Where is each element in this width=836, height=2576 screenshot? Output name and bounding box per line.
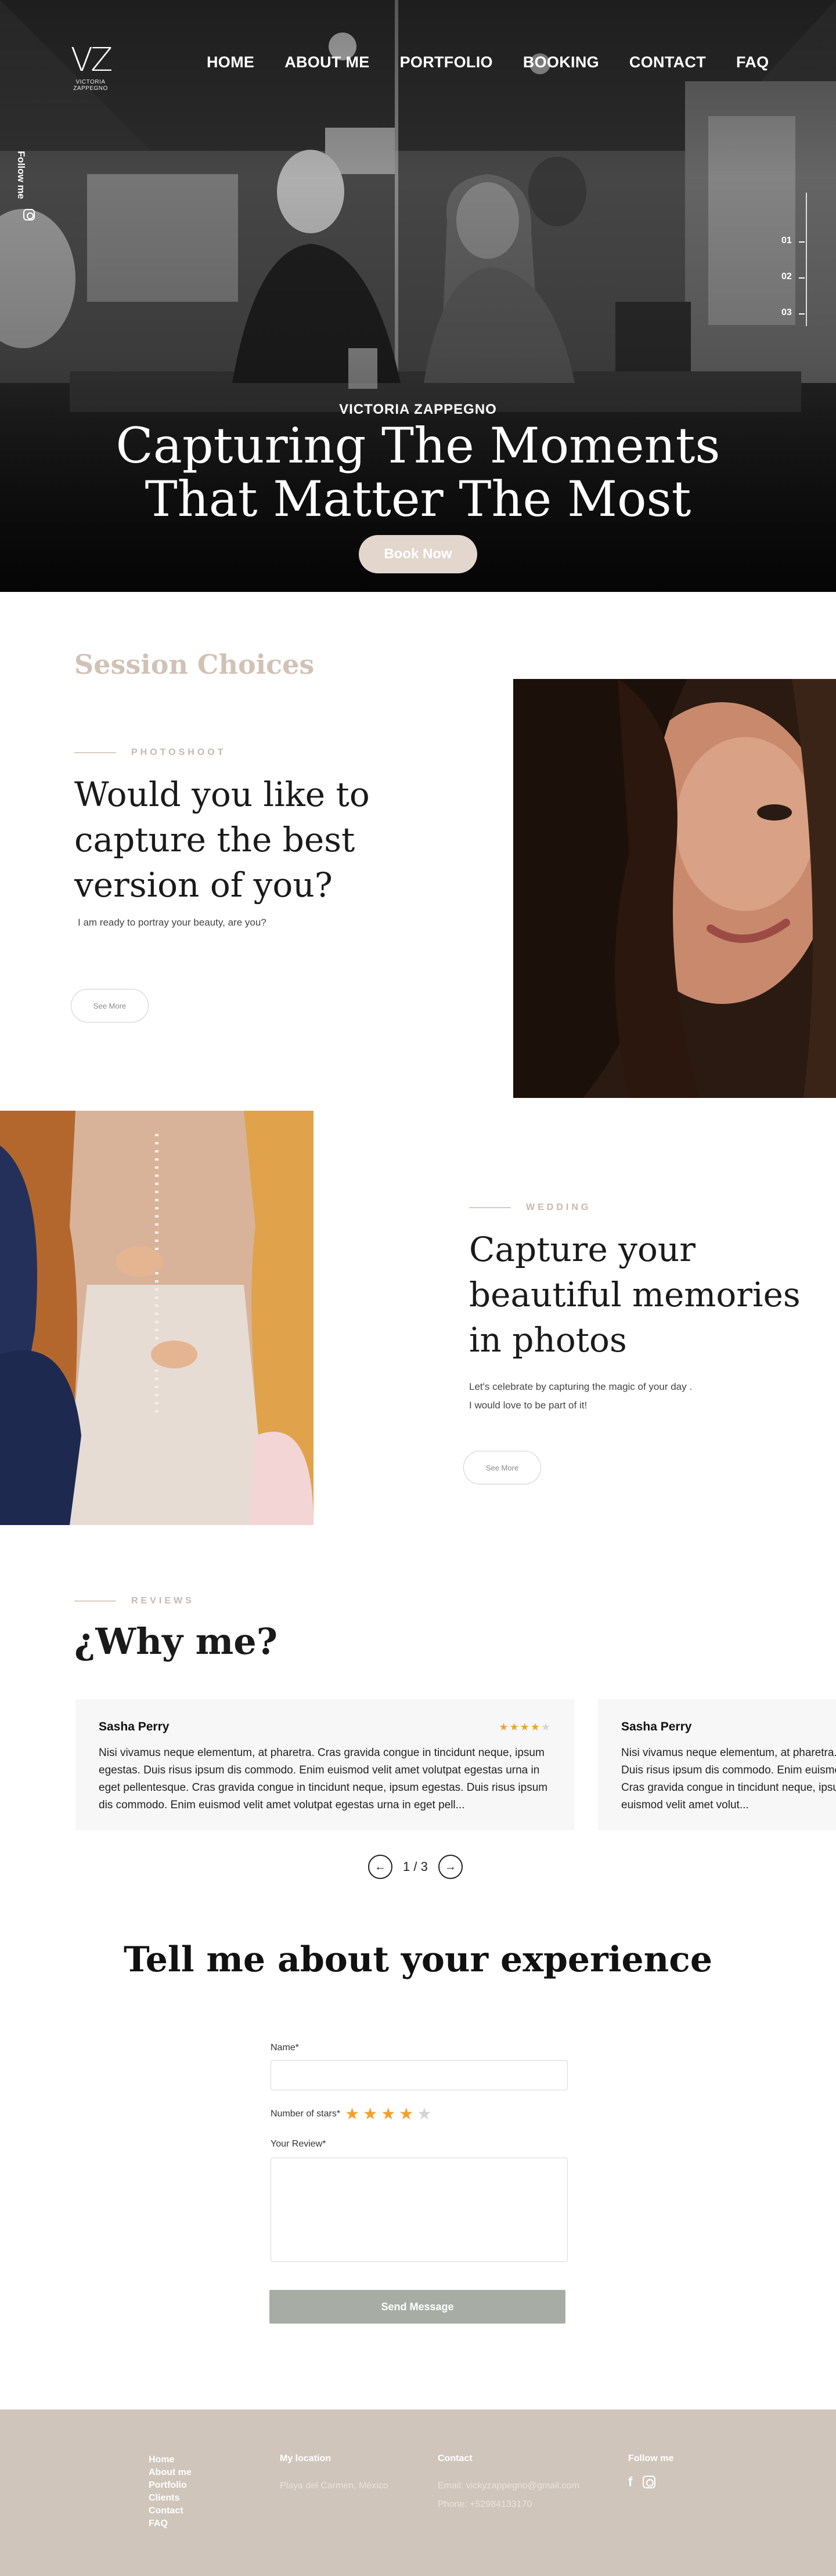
instagram-icon[interactable]	[643, 2476, 656, 2488]
slide-number-2[interactable]: 02	[781, 272, 792, 282]
footer-location-text: Playa del Carmen, México	[280, 2481, 388, 2491]
pager-count: 1 / 3	[403, 1859, 428, 1874]
slide-indicator: 01 02 03	[776, 193, 810, 326]
kicker-rule	[469, 1207, 511, 1208]
wedding-text-line-1: Let's celebrate by capturing the magic o…	[469, 1381, 693, 1392]
slide-tick-1	[799, 241, 805, 243]
footer-phone[interactable]: Phone: +52984133170	[438, 2495, 579, 2514]
footer-follow-heading: Follow me	[628, 2454, 674, 2463]
kicker-rule	[74, 1600, 116, 1602]
wedding-heading-line-2: beautiful memories	[469, 1275, 801, 1314]
follow-me-label: Follow me	[16, 151, 27, 200]
photoshoot-heading: Would you like to capture the best versi…	[74, 772, 370, 908]
send-message-button[interactable]: Send Message	[269, 2290, 565, 2324]
arrow-left-icon[interactable]: ←	[368, 1855, 392, 1879]
footer-link-home[interactable]: Home	[149, 2454, 192, 2466]
photoshoot-heading-line-2: capture the best	[74, 820, 355, 859]
review-textarea[interactable]	[271, 2158, 568, 2262]
reviewer-name: Sasha Perry	[99, 1720, 170, 1733]
wedding-kicker: WEDDING	[469, 1202, 591, 1213]
review-text: Nisi vivamus neque elementum, at pharetr…	[621, 1747, 836, 1811]
photoshoot-kicker: PHOTOSHOOT	[74, 747, 226, 758]
follow-me-sidebar: Follow me	[16, 151, 46, 226]
photoshoot-heading-line-3: version of you?	[74, 865, 333, 905]
footer-location: My location Playa del Carmen, México	[280, 2454, 388, 2495]
hero-title-line-2: That Matter The Most	[145, 471, 691, 528]
photoshoot-heading-line-1: Would you like to	[74, 775, 370, 814]
wedding-text: Let's celebrate by capturing the magic o…	[469, 1378, 692, 1415]
name-label: Name*	[271, 2043, 299, 2053]
footer-link-portfolio[interactable]: Portfolio	[149, 2479, 192, 2492]
nav-faq[interactable]: FAQ	[736, 53, 769, 71]
wedding-heading-line-1: Capture your	[469, 1230, 696, 1269]
nav-booking[interactable]: BOOKING	[523, 53, 599, 71]
footer-follow: Follow me f	[628, 2454, 673, 2490]
logo-mark: VZ	[70, 41, 113, 79]
wedding-text-line-2: I would love to be part of it!	[469, 1400, 588, 1411]
reviews-kicker-label: REVIEWS	[131, 1596, 194, 1606]
photoshoot-kicker-label: PHOTOSHOOT	[131, 747, 226, 757]
site-footer: Home About me Portfolio Clients Contact …	[0, 2409, 836, 2576]
review-card: Sasha Perry ★★★★★ Nisi vivamus neque ele…	[75, 1699, 575, 1830]
site-logo[interactable]: VZ VICTORIA ZAPPEGNO	[63, 43, 118, 92]
nav-about-me[interactable]: ABOUT ME	[284, 53, 369, 71]
slide-tick-2	[799, 277, 805, 279]
review-pager: ← 1 / 3 →	[368, 1855, 463, 1879]
photoshoot-text: I am ready to portray your beauty, are y…	[78, 917, 266, 928]
footer-link-about-me[interactable]: About me	[149, 2466, 192, 2479]
slide-number-3[interactable]: 03	[781, 308, 792, 318]
wedding-image	[0, 1111, 314, 1525]
slide-number-1[interactable]: 01	[781, 236, 792, 246]
footer-link-contact[interactable]: Contact	[149, 2505, 192, 2517]
wedding-heading: Capture your beautiful memories in photo…	[469, 1227, 801, 1363]
wedding-heading-line-3: in photos	[469, 1320, 627, 1360]
stars-label: Number of stars*	[271, 2109, 341, 2119]
logo-subtitle: VICTORIA ZAPPEGNO	[73, 79, 108, 92]
portrait-photo	[513, 679, 836, 1098]
photoshoot-see-more-button[interactable]: See More	[71, 989, 149, 1023]
footer-link-faq[interactable]: FAQ	[149, 2517, 192, 2530]
session-choices-title: Session Choices	[74, 649, 315, 680]
star-rating-input[interactable]: ★★★★★	[345, 2104, 435, 2123]
wedding-see-more-button[interactable]: See More	[463, 1451, 541, 1484]
main-nav: HOME ABOUT ME PORTFOLIO BOOKING CONTACT …	[207, 53, 769, 71]
nav-portfolio[interactable]: PORTFOLIO	[400, 53, 493, 71]
hero-title: Capturing The Moments That Matter The Mo…	[0, 419, 836, 526]
portrait-image	[513, 679, 836, 1098]
hero-title-line-1: Capturing The Moments	[116, 417, 720, 474]
hero-section: VZ VICTORIA ZAPPEGNO HOME ABOUT ME PORTF…	[0, 0, 836, 592]
review-stars: ★★★★★	[499, 1721, 552, 1733]
footer-contact: Contact Email: vickyzappegno@gmail.com P…	[438, 2454, 579, 2514]
footer-location-heading: My location	[280, 2454, 331, 2463]
reviewer-name: Sasha Perry	[621, 1720, 692, 1733]
arrow-right-icon[interactable]: →	[438, 1855, 463, 1879]
nav-home[interactable]: HOME	[207, 53, 254, 71]
facebook-icon[interactable]: f	[628, 2474, 632, 2490]
name-field[interactable]	[271, 2060, 568, 2090]
footer-links: Home About me Portfolio Clients Contact …	[149, 2454, 192, 2530]
wedding-photo	[0, 1111, 314, 1525]
nav-contact[interactable]: CONTACT	[629, 53, 706, 71]
kicker-rule	[74, 752, 116, 753]
slide-indicator-line	[806, 193, 807, 326]
footer-contact-heading: Contact	[438, 2454, 473, 2463]
instagram-icon[interactable]	[23, 209, 35, 221]
book-now-button[interactable]: Book Now	[359, 535, 477, 573]
wedding-kicker-label: WEDDING	[526, 1202, 592, 1212]
footer-email[interactable]: Email: vickyzappegno@gmail.com	[438, 2477, 579, 2495]
hero-kicker: VICTORIA ZAPPEGNO	[339, 402, 497, 417]
review-text: Nisi vivamus neque elementum, at pharetr…	[99, 1747, 548, 1811]
footer-social-icons: f	[628, 2474, 673, 2490]
review-label: Your Review*	[271, 2139, 326, 2149]
review-card: Sasha Perry Nisi vivamus neque elementum…	[598, 1699, 836, 1830]
reviews-kicker: REVIEWS	[74, 1596, 194, 1606]
slide-tick-3	[799, 313, 805, 315]
why-me-title: ¿Why me?	[74, 1620, 278, 1663]
footer-link-clients[interactable]: Clients	[149, 2492, 192, 2505]
experience-form-title: Tell me about your experience	[123, 1939, 713, 1980]
